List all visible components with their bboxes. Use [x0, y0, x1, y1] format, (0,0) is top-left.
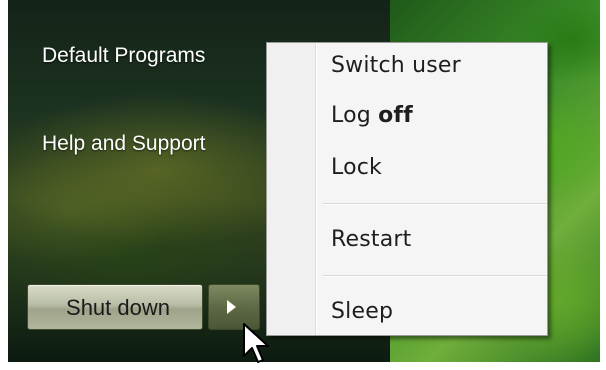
menu-separator: [323, 275, 547, 277]
menu-separator: [323, 203, 547, 205]
menu-item-log-off[interactable]: Log off: [331, 103, 413, 128]
log-off-bold-text: off: [378, 103, 413, 128]
windows-start-menu-screen: Default Programs Help and Support Shut d…: [0, 0, 606, 370]
menu-icon-gutter: [267, 43, 316, 335]
power-options-menu: Switch user Log off Lock Restart Sleep: [266, 42, 548, 336]
menu-item-sleep[interactable]: Sleep: [331, 299, 393, 324]
arrow-right-icon: [227, 300, 236, 314]
menu-item-switch-user[interactable]: Switch user: [331, 53, 461, 78]
menu-item-lock[interactable]: Lock: [331, 155, 382, 180]
default-programs-link[interactable]: Default Programs: [42, 44, 205, 68]
mouse-pointer-icon: [243, 323, 269, 363]
shut-down-button[interactable]: Shut down: [27, 284, 203, 330]
log-off-prefix: Log: [331, 103, 379, 128]
help-and-support-link[interactable]: Help and Support: [42, 132, 205, 156]
menu-item-restart[interactable]: Restart: [331, 227, 411, 252]
